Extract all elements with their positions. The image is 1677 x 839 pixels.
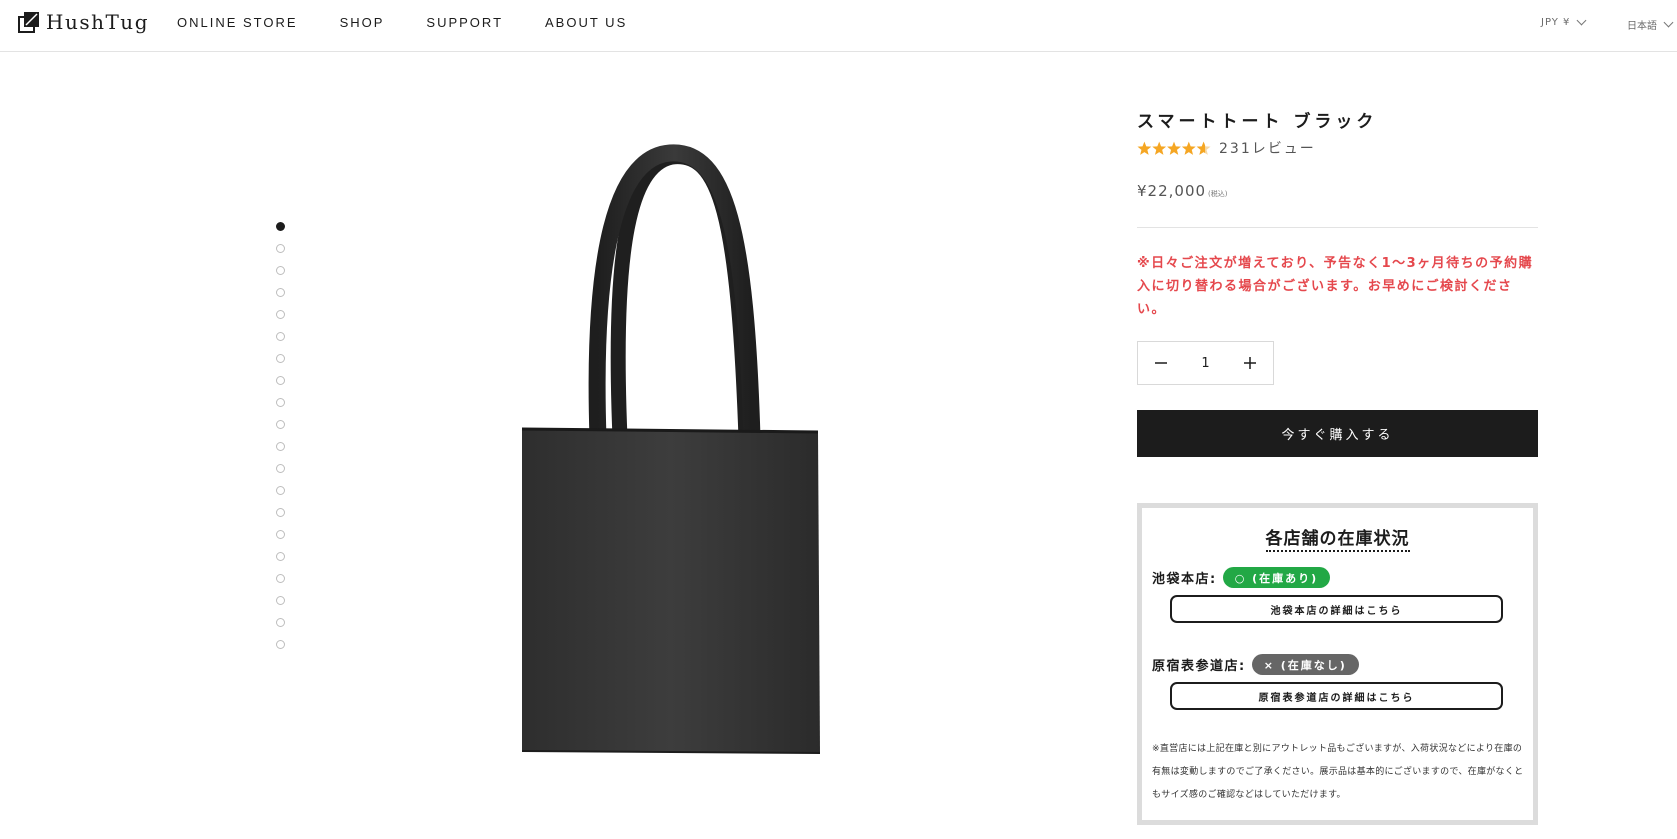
currency-label: JPY ¥ (1541, 17, 1571, 28)
language-label: 日本語 (1627, 21, 1657, 32)
product-price: ¥22,000 (税込) (1137, 182, 1228, 200)
gallery-dot[interactable] (276, 222, 285, 231)
preorder-notice: ※日々ご注文が増えており、予告なく1〜3ヶ月待ちの予約購入に切り替わる場合がござ… (1137, 256, 1534, 317)
logo-icon (18, 12, 39, 33)
nav-about-us[interactable]: ABOUT US (545, 15, 627, 30)
gallery-dot[interactable] (276, 398, 285, 407)
stock-note: ※直営店には上記在庫と別にアウトレット品もございますが、入荷状況などにより在庫の… (1152, 744, 1524, 800)
store-name: 池袋本店: (1152, 572, 1217, 587)
quantity-decrease-button[interactable] (1138, 342, 1184, 384)
currency-selector[interactable]: JPY ¥ (1541, 15, 1587, 28)
gallery-dot[interactable] (276, 596, 285, 605)
status-badge: ○ (在庫あり) (1222, 567, 1331, 588)
quantity-stepper: 1 (1137, 341, 1274, 385)
price-amount: ¥22,000 (1137, 182, 1207, 200)
main-nav: ONLINE STORE SHOP SUPPORT ABOUT US (177, 15, 669, 30)
product-rating[interactable]: 231レビュー (1137, 138, 1316, 158)
store-row-ikebukuro: 池袋本店: ○ (在庫あり) (1152, 567, 1331, 588)
gallery-dot[interactable] (276, 420, 285, 429)
divider (1137, 227, 1538, 228)
gallery-dot[interactable] (276, 310, 285, 319)
gallery-dot[interactable] (276, 288, 285, 297)
logo[interactable]: HushTug (18, 10, 149, 34)
gallery-dot[interactable] (276, 464, 285, 473)
gallery-dot[interactable] (276, 376, 285, 385)
site-header: HushTug ONLINE STORE SHOP SUPPORT ABOUT … (0, 0, 1677, 52)
chevron-down-icon (1663, 17, 1674, 28)
tax-label: (税込) (1208, 190, 1228, 198)
gallery-dot[interactable] (276, 354, 285, 363)
brand-name: HushTug (46, 10, 149, 34)
store-stock-box: 各店舗の在庫状況 池袋本店: ○ (在庫あり) 池袋本店の詳細はこちら 原宿表参… (1137, 503, 1538, 825)
gallery-dot[interactable] (276, 574, 285, 583)
store-row-harajuku: 原宿表参道店: × (在庫なし) (1152, 654, 1359, 675)
nav-online-store[interactable]: ONLINE STORE (177, 15, 298, 30)
stock-title-wrap: 各店舗の在庫状況 (1142, 524, 1533, 552)
nav-shop[interactable]: SHOP (340, 15, 385, 30)
plus-icon (1244, 357, 1256, 369)
gallery-dot[interactable] (276, 244, 285, 253)
product-title: スマートトート ブラック (1137, 112, 1378, 132)
gallery-dot[interactable] (276, 552, 285, 561)
nav-support[interactable]: SUPPORT (426, 15, 503, 30)
star-rating-icon (1137, 141, 1211, 155)
buy-now-button[interactable]: 今すぐ購入する (1137, 410, 1538, 457)
status-badge: × (在庫なし) (1251, 654, 1359, 675)
review-count: 231レビュー (1219, 141, 1316, 157)
gallery-dot[interactable] (276, 266, 285, 275)
quantity-increase-button[interactable] (1227, 342, 1273, 384)
language-selector[interactable]: 日本語 (1627, 17, 1674, 32)
product-image (521, 144, 821, 754)
gallery-dot[interactable] (276, 442, 285, 451)
gallery-dot[interactable] (276, 486, 285, 495)
gallery-dot[interactable] (276, 332, 285, 341)
gallery-dot[interactable] (276, 508, 285, 517)
gallery-pagination (276, 222, 286, 662)
stock-title: 各店舗の在庫状況 (1265, 529, 1410, 552)
minus-icon (1155, 362, 1167, 364)
gallery-dot[interactable] (276, 530, 285, 539)
gallery-dot[interactable] (276, 618, 285, 627)
store-detail-button-harajuku[interactable]: 原宿表参道店の詳細はこちら (1170, 682, 1503, 710)
store-detail-button-ikebukuro[interactable]: 池袋本店の詳細はこちら (1170, 595, 1503, 623)
quantity-input[interactable]: 1 (1184, 356, 1227, 371)
store-name: 原宿表参道店: (1152, 659, 1246, 674)
chevron-down-icon (1576, 15, 1587, 26)
gallery-dot[interactable] (276, 640, 285, 649)
